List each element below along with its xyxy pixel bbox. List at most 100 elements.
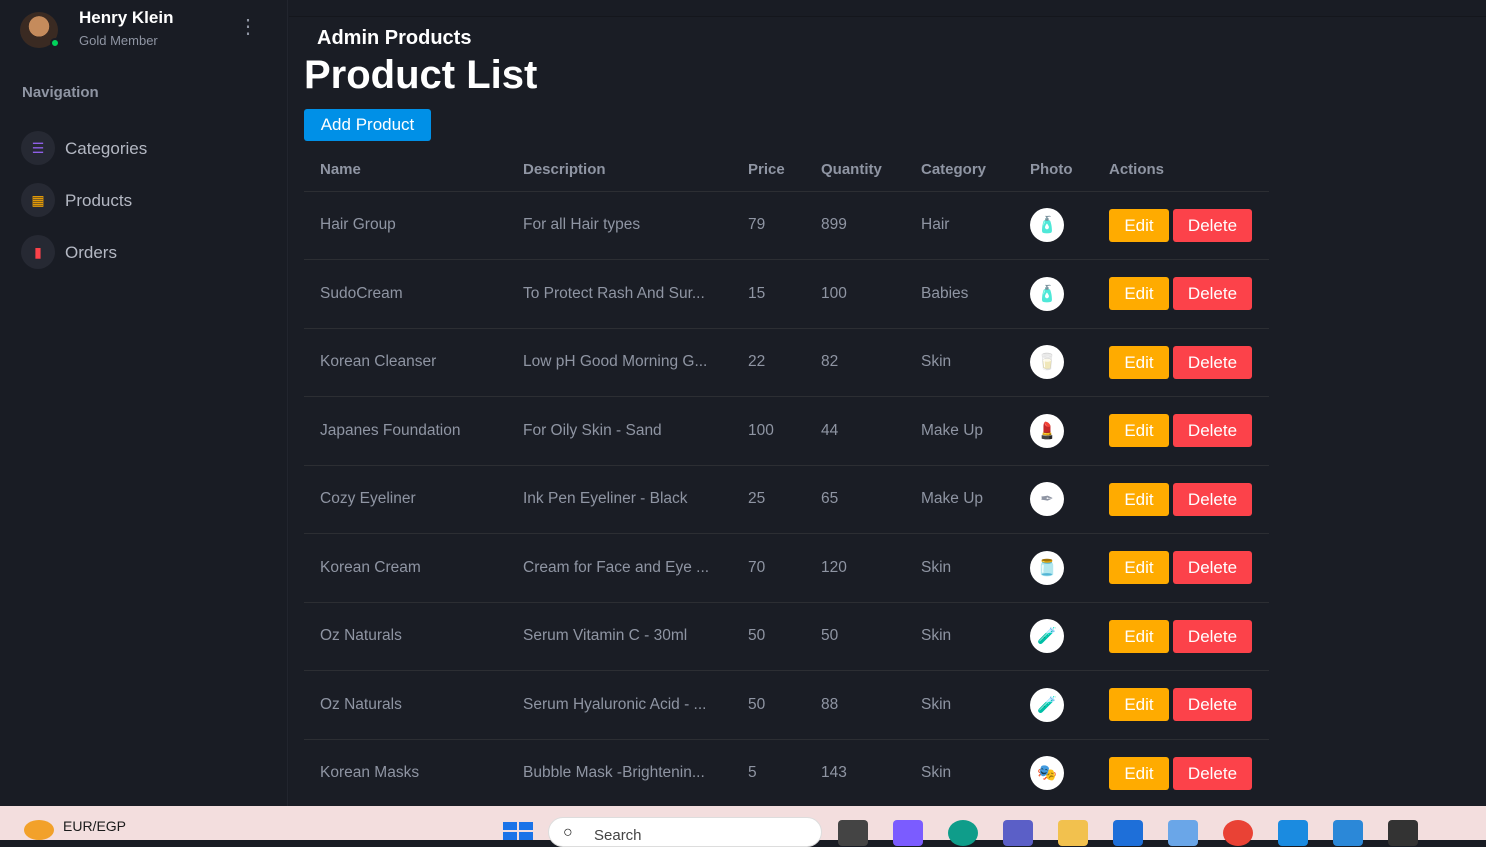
table-row: Korean Cream Cream for Face and Eye ... 70… — [304, 533, 1269, 603]
edit-button[interactable]: Edit — [1109, 688, 1169, 722]
delete-button[interactable]: Delete — [1173, 482, 1252, 516]
product-photo[interactable]: 🫙 — [1030, 550, 1064, 585]
table-row: Japanes Foundation For Oily Skin - Sand 10… — [304, 396, 1269, 466]
edit-button[interactable]: Edit — [1109, 756, 1169, 790]
vscode-icon[interactable] — [1333, 820, 1363, 846]
cell-actions: Edit Delete — [1093, 396, 1269, 466]
product-photo[interactable]: 🥛 — [1030, 345, 1064, 380]
cell-description: Low pH Good Morning G... — [507, 328, 732, 397]
currency-widget[interactable]: EUR/EGP — [63, 818, 126, 834]
product-photo[interactable]: 🧪 — [1030, 687, 1064, 722]
delete-button[interactable]: Delete — [1173, 619, 1252, 653]
profile-rank: Gold Member — [79, 33, 158, 48]
product-photo[interactable]: 🎭 — [1030, 756, 1064, 791]
delete-button[interactable]: Delete — [1173, 277, 1252, 311]
edit-button[interactable]: Edit — [1109, 277, 1169, 311]
app-icon[interactable] — [1168, 820, 1198, 846]
profile[interactable]: Henry Klein Gold Member ⋮ — [20, 0, 270, 60]
edit-button[interactable]: Edit — [1109, 482, 1169, 516]
delete-button[interactable]: Delete — [1173, 208, 1252, 242]
chrome-icon[interactable] — [1223, 820, 1253, 846]
header-quantity: Quantity — [805, 149, 905, 192]
product-photo[interactable]: ✒ — [1030, 482, 1064, 517]
windows-start-icon[interactable] — [503, 822, 533, 840]
cell-photo: 🫙 — [1014, 533, 1093, 603]
table-row: SudoCream To Protect Rash And Sur... 15 100… — [304, 259, 1269, 329]
edit-button[interactable]: Edit — [1109, 619, 1169, 653]
edit-button[interactable]: Edit — [1109, 414, 1169, 448]
sidebar-item-categories[interactable]: ☰ Categories — [21, 131, 271, 167]
cell-category: Skin — [905, 739, 1014, 808]
cell-quantity: 50 — [805, 602, 905, 671]
cell-photo: 🧴 — [1014, 191, 1093, 260]
cell-category: Skin — [905, 602, 1014, 671]
sidebar-item-orders[interactable]: ▮ Orders — [21, 235, 271, 271]
cell-actions: Edit Delete — [1093, 328, 1269, 397]
cell-actions: Edit Delete — [1093, 465, 1269, 534]
terminal-icon[interactable] — [1388, 820, 1418, 846]
table-header-row: Name Description Price Quantity Category… — [304, 149, 1269, 192]
table-row: Cozy Eyeliner Ink Pen Eyeliner - Black 25 6… — [304, 465, 1269, 534]
copilot-icon[interactable] — [893, 820, 923, 846]
cell-category: Make Up — [905, 396, 1014, 466]
edge-icon[interactable] — [948, 820, 978, 846]
file-explorer-icon[interactable] — [1058, 820, 1088, 846]
product-photo[interactable]: 🧪 — [1030, 619, 1064, 654]
product-photo[interactable]: 💄 — [1030, 413, 1064, 448]
sidebar-item-label: Products — [65, 191, 133, 210]
cell-category: Skin — [905, 533, 1014, 603]
search-input[interactable]: Search — [594, 827, 642, 844]
delete-button[interactable]: Delete — [1173, 551, 1252, 585]
kebab-icon[interactable]: ⋮ — [238, 17, 258, 37]
teams-icon[interactable] — [1003, 820, 1033, 846]
table-row: Oz Naturals Serum Vitamin C - 30ml 50 50 Ski… — [304, 602, 1269, 671]
delete-button[interactable]: Delete — [1173, 688, 1252, 722]
cell-category: Hair — [905, 191, 1014, 260]
header-photo: Photo — [1014, 149, 1093, 192]
cell-quantity: 100 — [805, 259, 905, 329]
cell-quantity: 143 — [805, 739, 905, 808]
edit-button[interactable]: Edit — [1109, 208, 1169, 242]
delete-button[interactable]: Delete — [1173, 414, 1252, 448]
edit-button[interactable]: Edit — [1109, 345, 1169, 379]
add-product-button[interactable]: Add Product — [304, 109, 431, 141]
edit-button[interactable]: Edit — [1109, 551, 1169, 585]
task-view-icon[interactable] — [838, 820, 868, 846]
taskbar-search[interactable]: ○ Search — [548, 817, 822, 847]
cell-description: Serum Vitamin C - 30ml — [507, 602, 732, 671]
delete-button[interactable]: Delete — [1173, 345, 1252, 379]
delete-button[interactable]: Delete — [1173, 756, 1252, 790]
app-icon-2[interactable] — [1278, 820, 1308, 846]
coins-icon — [24, 820, 54, 840]
sidebar-item-label: Orders — [65, 243, 117, 262]
cell-description: For Oily Skin - Sand — [507, 396, 732, 466]
top-navbar — [289, 0, 1486, 17]
cell-quantity: 899 — [805, 191, 905, 260]
cell-actions: Edit Delete — [1093, 670, 1269, 740]
cell-quantity: 88 — [805, 670, 905, 740]
product-photo[interactable]: 🧴 — [1030, 208, 1064, 243]
header-price: Price — [732, 149, 805, 192]
cell-description: Ink Pen Eyeliner - Black — [507, 465, 732, 534]
sidebar-item-products[interactable]: ▦ Products — [21, 183, 271, 219]
page-subtitle: Admin Products — [317, 27, 472, 49]
cell-photo: 🧪 — [1014, 602, 1093, 671]
cell-quantity: 120 — [805, 533, 905, 603]
table-row: Korean Cleanser Low pH Good Morning G... 2… — [304, 328, 1269, 397]
sidebar: Henry Klein Gold Member ⋮ Navigation ☰ C… — [0, 0, 288, 806]
cell-photo: 🧪 — [1014, 670, 1093, 740]
cell-name: Hair Group — [304, 191, 507, 260]
cell-price: 50 — [732, 602, 805, 671]
online-status-dot — [50, 38, 60, 48]
store-icon[interactable] — [1113, 820, 1143, 846]
table-row: Hair Group For all Hair types 79 899 Hair 🧴 Ed… — [304, 191, 1269, 260]
nav-title: Navigation — [22, 84, 99, 101]
cell-price: 70 — [732, 533, 805, 603]
cell-quantity: 82 — [805, 328, 905, 397]
cell-description: Serum Hyaluronic Acid - ... — [507, 670, 732, 740]
cell-price: 5 — [732, 739, 805, 808]
cell-category: Make Up — [905, 465, 1014, 534]
cell-name: Japanes Foundation — [304, 396, 507, 466]
table-row: Oz Naturals Serum Hyaluronic Acid - ... 50… — [304, 670, 1269, 740]
product-photo[interactable]: 🧴 — [1030, 276, 1064, 311]
